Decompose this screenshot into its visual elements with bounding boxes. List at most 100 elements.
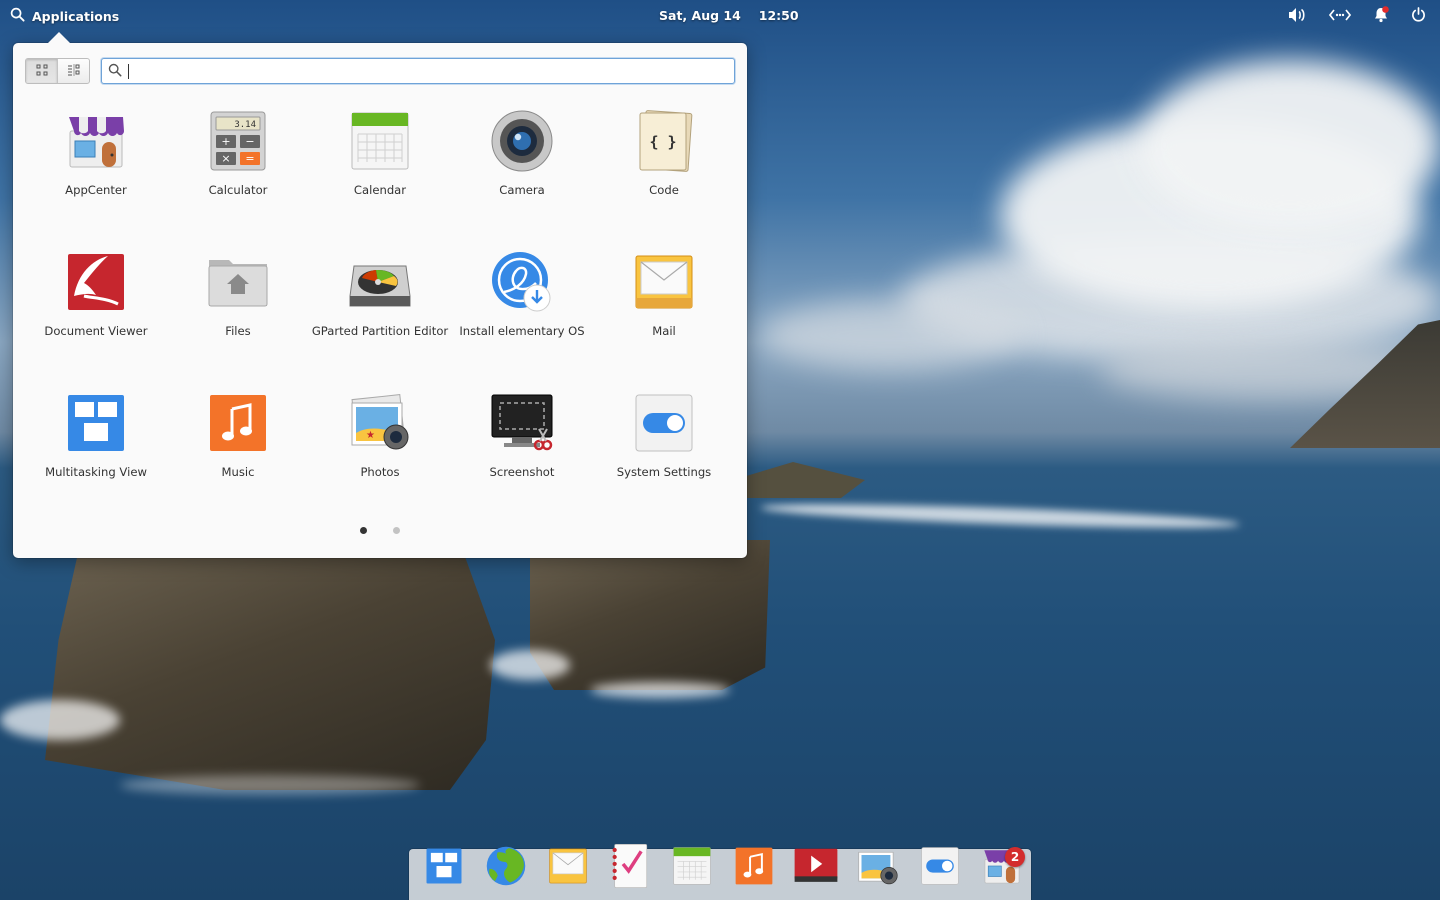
search-icon bbox=[108, 62, 122, 81]
applications-menu-button[interactable]: Applications bbox=[10, 7, 119, 25]
dock-item-system-settings[interactable] bbox=[915, 843, 964, 892]
calendar-icon bbox=[671, 845, 713, 891]
app-label: GParted Partition Editor bbox=[311, 324, 449, 338]
category-view-icon bbox=[67, 62, 81, 81]
app-tile-photos[interactable]: ★ Photos bbox=[309, 389, 451, 530]
svg-text:★: ★ bbox=[366, 430, 375, 441]
photos-icon: ★ bbox=[348, 391, 412, 455]
top-panel: Applications Sat, Aug 14 12:50 bbox=[0, 0, 1440, 30]
web-browser-icon bbox=[484, 844, 528, 892]
app-tile-multitasking-view[interactable]: Multitasking View bbox=[25, 389, 167, 530]
applications-launcher: AppCenter 3.14 + − × = Calculator Calend… bbox=[13, 32, 747, 558]
page-switcher bbox=[13, 527, 747, 534]
svg-text:+: + bbox=[221, 135, 230, 148]
document-viewer-icon bbox=[64, 250, 128, 314]
app-label: Calendar bbox=[353, 183, 407, 197]
view-mode-toggle bbox=[25, 58, 90, 84]
svg-text:{ }: { } bbox=[649, 133, 676, 151]
tasks-icon bbox=[609, 843, 651, 893]
app-tile-mail[interactable]: Mail bbox=[593, 248, 735, 389]
grid-view-button[interactable] bbox=[26, 59, 57, 83]
app-label: Install elementary OS bbox=[459, 324, 585, 338]
app-label: Multitasking View bbox=[45, 465, 147, 479]
music-icon bbox=[206, 391, 270, 455]
dock-item-web-browser[interactable] bbox=[481, 843, 530, 892]
search-field[interactable] bbox=[101, 58, 735, 84]
app-tile-files[interactable]: Files bbox=[167, 248, 309, 389]
installer-icon bbox=[490, 250, 554, 314]
page-dot-2[interactable] bbox=[393, 527, 400, 534]
calculator-display-text: 3.14 bbox=[234, 120, 256, 130]
dock-item-calendar[interactable] bbox=[667, 843, 716, 892]
dock-item-appcenter[interactable]: 2 bbox=[977, 843, 1026, 892]
system-settings-icon bbox=[919, 845, 961, 891]
dock-item-tasks[interactable] bbox=[605, 843, 654, 892]
category-view-button[interactable] bbox=[57, 59, 89, 83]
app-tile-document-viewer[interactable]: Document Viewer bbox=[25, 248, 167, 389]
photos-icon bbox=[856, 844, 900, 892]
search-icon bbox=[10, 7, 25, 25]
notifications-icon[interactable] bbox=[1373, 6, 1389, 23]
dock-items: 2 bbox=[410, 843, 1026, 892]
music-icon bbox=[733, 845, 775, 891]
app-label: Calculator bbox=[208, 183, 268, 197]
app-label: Document Viewer bbox=[44, 324, 148, 338]
app-tile-install-elementary[interactable]: Install elementary OS bbox=[451, 248, 593, 389]
app-label: Camera bbox=[499, 183, 545, 197]
svg-text:−: − bbox=[245, 135, 254, 148]
calculator-icon: 3.14 + − × = bbox=[206, 109, 270, 173]
date-label: Sat, Aug 14 bbox=[659, 8, 741, 23]
app-label: Mail bbox=[652, 324, 676, 338]
power-icon[interactable] bbox=[1411, 7, 1426, 22]
volume-icon[interactable] bbox=[1288, 7, 1307, 23]
time-label: 12:50 bbox=[758, 8, 799, 23]
dock-item-videos[interactable] bbox=[791, 843, 840, 892]
app-label: System Settings bbox=[616, 465, 712, 479]
search-input[interactable] bbox=[135, 63, 725, 79]
applications-label: Applications bbox=[32, 8, 120, 24]
app-label: Music bbox=[221, 465, 255, 479]
app-label: AppCenter bbox=[65, 183, 127, 197]
dock-item-photos[interactable] bbox=[853, 843, 902, 892]
datetime-indicator[interactable]: Sat, Aug 14 12:50 bbox=[659, 8, 799, 23]
mail-icon bbox=[547, 845, 589, 891]
dock-item-multitasking[interactable] bbox=[419, 843, 468, 892]
app-grid: AppCenter 3.14 + − × = Calculator Calend… bbox=[25, 107, 735, 530]
system-settings-icon bbox=[632, 391, 696, 455]
files-icon bbox=[206, 250, 270, 314]
app-tile-code[interactable]: { } Code bbox=[593, 107, 735, 248]
multitasking-icon bbox=[424, 846, 464, 890]
mail-icon bbox=[632, 250, 696, 314]
grid-view-icon bbox=[35, 62, 49, 81]
code-icon: { } bbox=[632, 109, 696, 173]
text-caret bbox=[128, 63, 129, 79]
app-label: Files bbox=[225, 324, 251, 338]
app-tile-screenshot[interactable]: Screenshot bbox=[451, 389, 593, 530]
app-tile-gparted[interactable]: GParted Partition Editor bbox=[309, 248, 451, 389]
app-tile-calendar[interactable]: Calendar bbox=[309, 107, 451, 248]
app-tile-music[interactable]: Music bbox=[167, 389, 309, 530]
network-icon[interactable] bbox=[1329, 8, 1351, 22]
page-dot-1[interactable] bbox=[360, 527, 367, 534]
app-tile-camera[interactable]: Camera bbox=[451, 107, 593, 248]
camera-icon bbox=[490, 109, 554, 173]
svg-text:×: × bbox=[221, 152, 230, 165]
calendar-icon bbox=[348, 109, 412, 173]
screenshot-icon bbox=[490, 391, 554, 455]
gparted-icon bbox=[348, 250, 412, 314]
update-count-badge: 2 bbox=[1005, 847, 1025, 867]
app-tile-calculator[interactable]: 3.14 + − × = Calculator bbox=[167, 107, 309, 248]
videos-icon bbox=[793, 846, 839, 890]
app-tile-system-settings[interactable]: System Settings bbox=[593, 389, 735, 530]
app-label: Screenshot bbox=[489, 465, 555, 479]
app-tile-appcenter[interactable]: AppCenter bbox=[25, 107, 167, 248]
dock-item-music[interactable] bbox=[729, 843, 778, 892]
app-label: Code bbox=[649, 183, 679, 197]
system-indicators bbox=[1288, 6, 1426, 23]
multitasking-icon bbox=[64, 391, 128, 455]
dock-item-mail[interactable] bbox=[543, 843, 592, 892]
appcenter-icon bbox=[64, 109, 128, 173]
popover-arrow bbox=[48, 32, 70, 43]
svg-text:=: = bbox=[245, 152, 254, 165]
app-label: Photos bbox=[360, 465, 400, 479]
